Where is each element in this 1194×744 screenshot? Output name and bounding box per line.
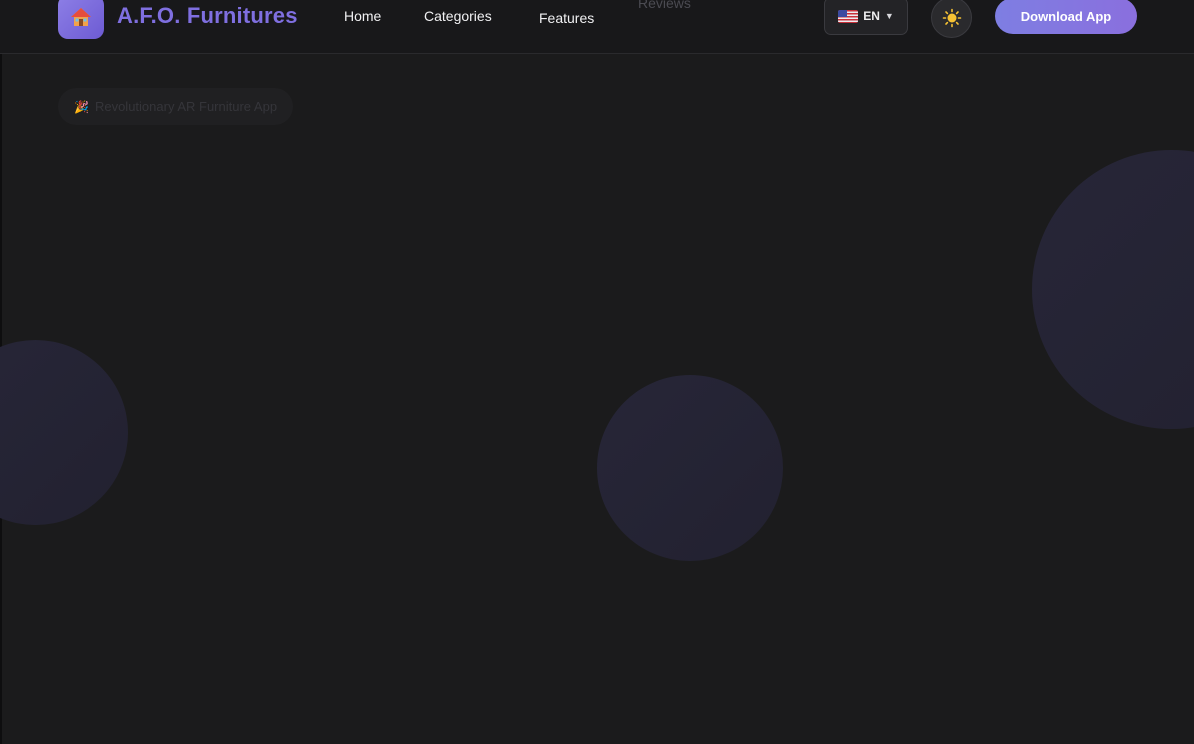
house-icon: [71, 8, 91, 26]
decorative-circle-center: [597, 375, 783, 561]
page: A.F.O. Furnitures Home Categories Featur…: [0, 0, 1194, 744]
decorative-circle-right: [1032, 150, 1194, 429]
nav-link-categories[interactable]: Categories: [424, 8, 492, 24]
hero-badge-text: Revolutionary AR Furniture App: [94, 99, 278, 114]
party-popper-icon: 🎉: [74, 99, 89, 114]
nav-link-features[interactable]: Features: [539, 10, 594, 26]
caret-down-icon: ▼: [884, 11, 894, 21]
nav-link-home[interactable]: Home: [344, 8, 381, 24]
site-header: A.F.O. Furnitures Home Categories Featur…: [0, 0, 1194, 54]
logo-badge[interactable]: [58, 0, 104, 39]
sun-icon: [942, 8, 961, 27]
language-selector[interactable]: EN ▼: [824, 0, 908, 35]
language-code: EN: [863, 9, 880, 23]
us-flag-icon: [838, 9, 859, 23]
decorative-circle-left: [0, 340, 128, 525]
theme-toggle-button[interactable]: [931, 0, 972, 38]
download-app-button[interactable]: Download App: [995, 0, 1137, 34]
brand-name[interactable]: A.F.O. Furnitures: [117, 3, 298, 29]
hero-badge: 🎉 Revolutionary AR Furniture App: [58, 88, 294, 125]
nav-link-reviews[interactable]: Reviews: [638, 0, 691, 11]
